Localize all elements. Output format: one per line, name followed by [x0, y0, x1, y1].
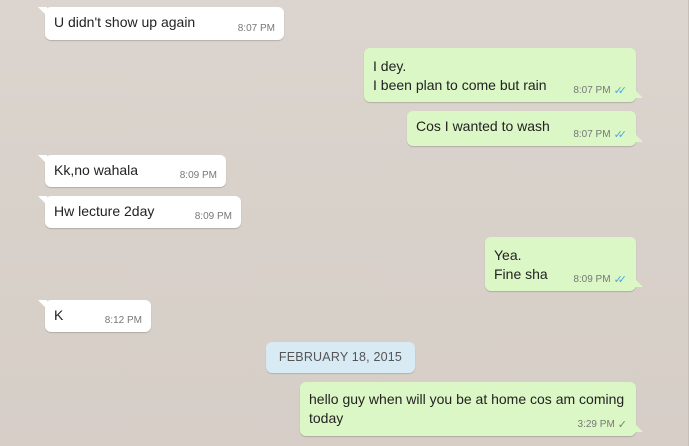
sent-single-tick-icon: ✓ — [617, 418, 627, 431]
incoming-message[interactable]: Hw lecture 2day 8:09 PM — [38, 196, 241, 228]
message-meta: 8:09 PM — [195, 211, 232, 223]
outgoing-message[interactable]: Cos I wanted to wash 8:07 PM ✓✓ — [407, 111, 643, 146]
read-double-tick-icon: ✓✓ — [613, 128, 628, 141]
chat-area[interactable]: U didn't show up again 8:07 PM I dey. I … — [0, 0, 689, 446]
message-time: 8:07 PM — [573, 129, 611, 140]
incoming-message[interactable]: K 8:12 PM — [38, 300, 151, 332]
message-meta: 8:07 PM ✓✓ — [573, 129, 627, 141]
message-meta: 8:09 PM ✓✓ — [573, 274, 627, 286]
message-meta: 8:09 PM — [180, 170, 217, 182]
read-double-tick-icon: ✓✓ — [613, 84, 628, 97]
message-time: 8:07 PM — [237, 23, 275, 34]
message-time: 8:07 PM — [573, 85, 611, 96]
message-meta: 8:07 PM ✓✓ — [573, 85, 627, 97]
message-time: 8:12 PM — [104, 315, 142, 326]
message-meta: 8:12 PM — [105, 315, 142, 327]
incoming-message[interactable]: U didn't show up again 8:07 PM — [38, 7, 284, 40]
date-separator: FEBRUARY 18, 2015 — [266, 342, 415, 373]
outgoing-message[interactable]: hello guy when will you be at home cos a… — [300, 382, 643, 436]
incoming-message[interactable]: Kk,no wahala 8:09 PM — [38, 155, 226, 187]
outgoing-message[interactable]: I dey. I been plan to come but rain 8:07… — [364, 48, 643, 102]
message-time: 8:09 PM — [194, 211, 232, 222]
message-time: 3:29 PM — [577, 419, 615, 430]
outgoing-message[interactable]: Yea. Fine sha 8:09 PM ✓✓ — [485, 237, 643, 291]
message-meta: 8:07 PM — [238, 23, 275, 35]
message-time: 8:09 PM — [179, 170, 217, 181]
read-double-tick-icon: ✓✓ — [613, 273, 628, 286]
message-time: 8:09 PM — [573, 274, 611, 285]
message-meta: 3:29 PM ✓ — [578, 419, 627, 431]
